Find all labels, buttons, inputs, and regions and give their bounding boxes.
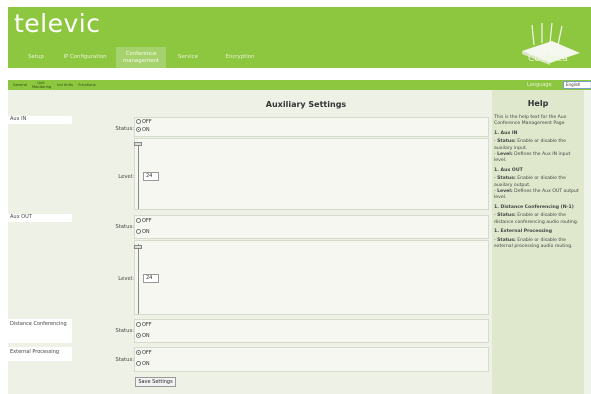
aux-in-slider-thumb[interactable] xyxy=(134,142,142,146)
subtab-functions[interactable]: Functions xyxy=(78,83,96,87)
aux-out-level-slider[interactable] xyxy=(138,244,139,314)
help-title: Help xyxy=(527,99,549,108)
aux-in-on-option[interactable]: ON xyxy=(136,127,150,134)
save-settings-button[interactable]: Save Settings xyxy=(135,377,176,387)
distance-conferencing-on-option[interactable]: ON xyxy=(136,333,150,340)
page-title: Auxiliary Settings xyxy=(265,100,347,109)
distance-conferencing-status-label: Status: xyxy=(115,328,134,334)
aux-out-status-panel xyxy=(134,215,489,239)
external-processing-status-label: Status: xyxy=(115,357,134,363)
help-heading: 1. External Processing xyxy=(494,229,552,235)
tab-setup[interactable]: Setup xyxy=(21,47,51,68)
language-label: Language xyxy=(527,82,552,88)
aux-in-level-panel xyxy=(134,138,489,210)
tab-ip-configuration[interactable]: IP Configuration xyxy=(60,47,110,68)
section-label-aux-out: Aux OUT xyxy=(8,214,72,222)
tab-encryption[interactable]: Encryption xyxy=(220,47,260,68)
televic-logo: televic xyxy=(14,9,101,38)
aux-out-slider-thumb[interactable] xyxy=(134,245,142,249)
aux-in-status-label: Status: xyxy=(115,126,134,132)
radio-off[interactable] xyxy=(136,218,141,223)
aux-in-level-slider[interactable] xyxy=(138,142,139,209)
help-panel: Help This is the help text for the Aux C… xyxy=(492,90,584,394)
language-value: English xyxy=(566,82,581,87)
aux-out-level-label: Level: xyxy=(118,276,134,282)
subtab-general[interactable]: General xyxy=(12,83,28,87)
aux-in-status-panel xyxy=(134,117,489,137)
help-line: - Status: Enable or disable the auxilary… xyxy=(494,176,579,201)
help-heading: 1. Aux IN xyxy=(494,130,518,136)
help-heading: 1. Aux OUT xyxy=(494,167,523,173)
scrollbar-track[interactable] xyxy=(584,90,591,394)
subtab-ind-units[interactable]: Ind Units xyxy=(56,83,74,87)
help-heading: 1. Distance Conferencing (N-1) xyxy=(494,204,574,210)
help-line: - Status: Enable or disable the auxilary… xyxy=(494,139,571,164)
aux-in-level-label: Level: xyxy=(118,174,134,180)
language-select[interactable]: English ▾ xyxy=(563,81,591,89)
radio-on[interactable] xyxy=(136,361,141,366)
tab-service[interactable]: Service xyxy=(173,47,203,68)
section-label-distance-conferencing: Distance Conferencing xyxy=(8,319,72,343)
aux-out-level-input[interactable]: 24 xyxy=(143,274,159,283)
aux-in-level-input[interactable]: 24 xyxy=(143,172,159,181)
external-processing-status-panel xyxy=(134,347,489,372)
help-body: This is the help text for the Aux Confer… xyxy=(494,115,582,252)
radio-on[interactable] xyxy=(136,333,141,338)
external-processing-on-option[interactable]: ON xyxy=(136,361,150,368)
aux-out-on-option[interactable]: ON xyxy=(136,229,150,236)
distance-conferencing-off-option[interactable]: OFF xyxy=(136,322,152,329)
section-labels: Aux IN Aux OUT Distance Conferencing Ext… xyxy=(8,90,120,394)
aux-out-level-panel xyxy=(134,240,489,315)
radio-on[interactable] xyxy=(136,127,141,132)
aux-out-off-option[interactable]: OFF xyxy=(136,218,152,225)
external-processing-off-option[interactable]: OFF xyxy=(136,350,152,357)
radio-off[interactable] xyxy=(136,350,141,355)
section-label-external-processing: External Processing xyxy=(8,347,72,361)
app-header: televic Setup IP Configuration Conferenc… xyxy=(8,7,591,68)
help-line: - Status: Enable or disable the external… xyxy=(494,237,573,249)
section-label-aux-in: Aux IN xyxy=(8,116,72,124)
brand-name: Confidea xyxy=(528,54,568,64)
radio-off[interactable] xyxy=(136,119,141,124)
distance-conferencing-status-panel xyxy=(134,319,489,343)
tab-conference-management[interactable]: Conference management xyxy=(116,47,166,68)
aux-in-off-option[interactable]: OFF xyxy=(136,119,152,126)
help-line: - Status: Enable or disable the distance… xyxy=(494,213,579,225)
radio-off[interactable] xyxy=(136,322,141,327)
subtab-unit-monitoring[interactable]: Unit Monitoring xyxy=(32,81,51,89)
help-intro: This is the help text for the Aux Confer… xyxy=(494,115,567,127)
aux-out-status-label: Status: xyxy=(115,224,134,230)
radio-on[interactable] xyxy=(136,229,141,234)
main-content: Auxiliary Settings Status: OFF ON Level:… xyxy=(115,90,492,394)
sub-navigation: General Unit Monitoring Ind Units Functi… xyxy=(8,80,591,90)
